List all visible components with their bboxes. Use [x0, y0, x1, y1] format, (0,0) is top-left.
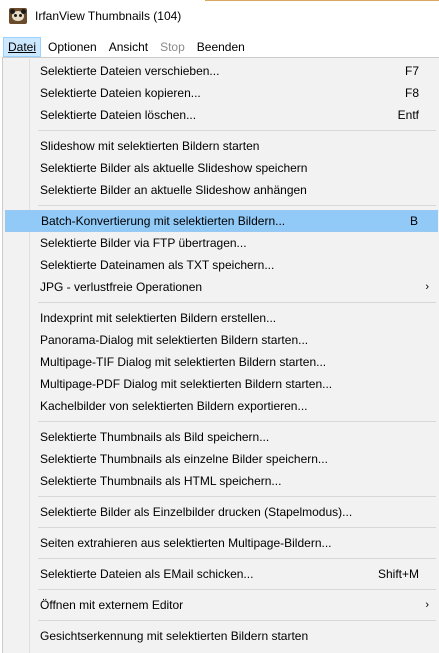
menu-item-label: Selektierte Dateien kopieren...	[40, 86, 201, 100]
menu-item-label: Selektierte Dateinamen als TXT speichern…	[40, 258, 275, 272]
menu-item[interactable]: Gesichtserkennung mit selektierten Bilde…	[5, 625, 438, 647]
chevron-right-icon: ›	[425, 599, 429, 611]
menu-item[interactable]: Seiten extrahieren aus selektierten Mult…	[5, 532, 438, 554]
menu-item-shortcut: B	[409, 214, 418, 228]
menu-optionen-label: Optionen	[48, 39, 97, 54]
menu-item[interactable]: Selektierte Bilder als aktuelle Slidesho…	[5, 157, 438, 179]
menu-item[interactable]: Selektierte Dateien als EMail schicken..…	[5, 563, 438, 585]
menu-item[interactable]: Kachelbilder von selektierten Bildern ex…	[5, 395, 438, 417]
menu-item-label: Selektierte Dateien als EMail schicken..…	[40, 567, 254, 581]
menu-item[interactable]: Selektierte Thumbnails als Bild speicher…	[5, 426, 438, 448]
menu-item-label: Selektierte Bilder an aktuelle Slideshow…	[40, 183, 307, 197]
menu-item-label: Panorama-Dialog mit selektierten Bildern…	[40, 333, 309, 347]
menu-separator	[38, 620, 436, 621]
menu-item-label: Multipage-TIF Dialog mit selektierten Bi…	[40, 355, 327, 369]
menu-stop-label: Stop	[160, 39, 185, 54]
menu-separator	[38, 589, 436, 590]
menu-ansicht[interactable]: Ansicht	[104, 37, 153, 57]
menu-item-label: Indexprint mit selektierten Bildern erst…	[40, 311, 277, 325]
chevron-right-icon: ›	[425, 281, 429, 293]
title-bar-accent-line	[205, 0, 439, 1]
menu-separator	[38, 558, 436, 559]
menu-item[interactable]: Selektierte Dateien kopieren... F8	[5, 82, 438, 104]
menu-separator	[38, 421, 436, 422]
menu-stop[interactable]: Stop	[155, 37, 190, 57]
menu-item-label: Kachelbilder von selektierten Bildern ex…	[40, 399, 308, 413]
menu-item-label: Selektierte Bilder als aktuelle Slidesho…	[40, 161, 308, 175]
menu-item-label: Gesichtserkennung mit selektierten Bilde…	[40, 629, 309, 643]
menu-item-label: Selektierte Dateien verschieben...	[40, 64, 220, 78]
menu-item[interactable]: JPG - verlustfreie Operationen ›	[5, 276, 438, 298]
menu-datei-label: Datei	[8, 39, 37, 54]
menu-separator	[38, 302, 436, 303]
menu-item-label: Selektierte Bilder via FTP übertragen...	[40, 236, 247, 250]
menu-item[interactable]: Batch-Konvertierung mit selektierten Bil…	[5, 210, 438, 232]
menu-item-label: JPG - verlustfreie Operationen	[40, 280, 203, 294]
menu-item-label: Multipage-PDF Dialog mit selektierten Bi…	[40, 377, 333, 391]
menu-item-label: Batch-Konvertierung mit selektierten Bil…	[41, 214, 286, 228]
menu-item-label: Selektierte Bilder als Einzelbilder druc…	[40, 505, 353, 519]
menu-beenden[interactable]: Beenden	[192, 37, 250, 57]
menu-item[interactable]: Slideshow mit selektierten Bildern start…	[5, 135, 438, 157]
menu-item-label: Öffnen mit externem Editor	[40, 598, 184, 612]
menu-item-label: Selektierte Thumbnails als einzelne Bild…	[40, 452, 328, 466]
menu-separator	[38, 130, 436, 131]
datei-dropdown-menu: Selektierte Dateien verschieben... F7 Sele…	[2, 57, 439, 653]
menu-optionen[interactable]: Optionen	[43, 37, 102, 57]
menu-separator	[38, 496, 436, 497]
menu-item[interactable]: Indexprint mit selektierten Bildern erst…	[5, 307, 438, 329]
menu-item[interactable]: Selektierte Bilder via FTP übertragen...	[5, 232, 438, 254]
menu-item[interactable]: Multipage-TIF Dialog mit selektierten Bi…	[5, 351, 438, 373]
menu-item[interactable]: Selektierte Bilder als Einzelbilder druc…	[5, 501, 438, 523]
menu-item-shortcut: Entf	[397, 108, 419, 122]
menu-item[interactable]: Selektierte Dateien verschieben... F7	[5, 60, 438, 82]
title-bar: IrfanView Thumbnails (104)	[0, 0, 439, 31]
menu-item-shortcut: F7	[404, 64, 419, 78]
menu-item[interactable]: Selektierte Thumbnails als HTML speicher…	[5, 470, 438, 492]
menu-datei[interactable]: Datei	[3, 36, 42, 57]
menu-separator	[38, 205, 436, 206]
menu-item[interactable]: Selektierte Bilder an aktuelle Slideshow…	[5, 179, 438, 201]
menu-item-shortcut: Shift+M	[377, 567, 419, 581]
menu-item[interactable]: Selektierte Thumbnails als einzelne Bild…	[5, 448, 438, 470]
window-title: IrfanView Thumbnails (104)	[35, 8, 182, 23]
menu-item[interactable]: Gesichtserkennung mit aktuellem Verzeich…	[5, 647, 438, 653]
menu-item-label: Selektierte Thumbnails als HTML speicher…	[40, 474, 282, 488]
menu-item[interactable]: Multipage-PDF Dialog mit selektierten Bi…	[5, 373, 438, 395]
menu-item[interactable]: Selektierte Dateinamen als TXT speichern…	[5, 254, 438, 276]
menu-item[interactable]: Selektierte Dateien löschen... Entf	[5, 104, 438, 126]
menu-ansicht-label: Ansicht	[108, 39, 149, 54]
menu-item[interactable]: Öffnen mit externem Editor ›	[5, 594, 438, 616]
menu-item-shortcut: F8	[404, 86, 419, 100]
menu-item-label: Selektierte Dateien löschen...	[40, 108, 197, 122]
menu-item-label: Slideshow mit selektierten Bildern start…	[40, 139, 260, 153]
menu-separator	[38, 527, 436, 528]
menu-item-label: Seiten extrahieren aus selektierten Mult…	[40, 536, 332, 550]
menu-beenden-label: Beenden	[196, 39, 245, 54]
menu-item[interactable]: Panorama-Dialog mit selektierten Bildern…	[5, 329, 438, 351]
irfanview-icon	[9, 7, 27, 24]
menu-bar: Datei Optionen Ansicht Stop Beenden	[0, 36, 439, 57]
menu-item-label: Selektierte Thumbnails als Bild speicher…	[40, 430, 270, 444]
